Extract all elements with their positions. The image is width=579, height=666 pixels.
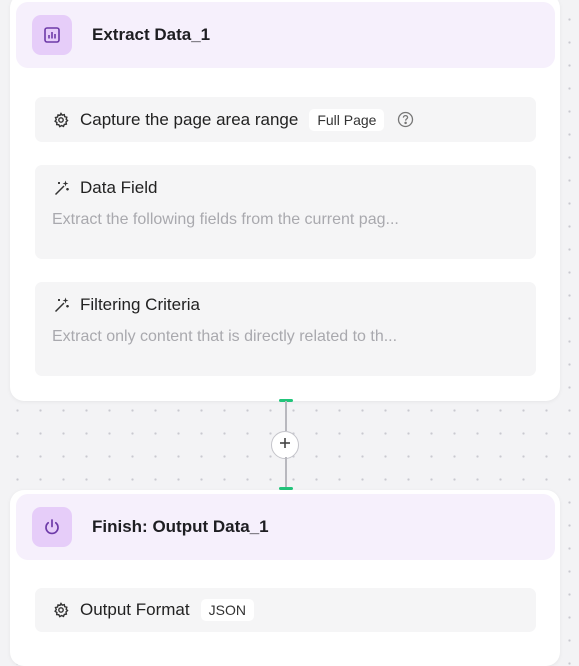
- capture-range-label: Capture the page area range: [80, 109, 299, 129]
- plus-icon: [279, 436, 291, 454]
- connector-line-bottom: [285, 457, 287, 490]
- capture-range-value[interactable]: Full Page: [309, 108, 385, 131]
- extract-data-node[interactable]: Extract Data_1 Capture the page area ran…: [10, 0, 560, 401]
- finish-node-title: Finish: Output Data_1: [92, 517, 269, 536]
- filtering-criteria-description: Extract only content that is directly re…: [52, 328, 398, 345]
- extract-node-title: Extract Data_1: [92, 25, 211, 44]
- gear-icon: [52, 601, 70, 619]
- data-field-label: Data Field: [80, 178, 158, 197]
- finish-output-node[interactable]: Finish: Output Data_1 Output Format JSON: [10, 490, 560, 666]
- output-format-field[interactable]: Output Format JSON: [35, 588, 536, 632]
- filtering-criteria-label: Filtering Criteria: [80, 295, 200, 314]
- magic-wand-icon: [52, 179, 70, 197]
- filtering-criteria-section[interactable]: Filtering Criteria Extract only content …: [35, 282, 536, 376]
- output-format-label: Output Format: [80, 600, 190, 619]
- data-field-section[interactable]: Data Field Extract the following fields …: [35, 165, 536, 259]
- gear-icon: [52, 111, 70, 129]
- add-step-button[interactable]: [271, 431, 299, 459]
- connector-line-top: [285, 401, 287, 431]
- extract-node-header[interactable]: Extract Data_1: [16, 2, 555, 68]
- output-format-value[interactable]: JSON: [200, 599, 254, 621]
- help-icon[interactable]: [396, 111, 414, 129]
- finish-node-header[interactable]: Finish: Output Data_1: [16, 494, 555, 560]
- bar-chart-icon: [32, 15, 72, 55]
- capture-range-field[interactable]: Capture the page area range Full Page: [35, 97, 536, 142]
- data-field-description: Extract the following fields from the cu…: [52, 211, 399, 228]
- power-icon: [32, 507, 72, 547]
- magic-wand-icon: [52, 296, 70, 314]
